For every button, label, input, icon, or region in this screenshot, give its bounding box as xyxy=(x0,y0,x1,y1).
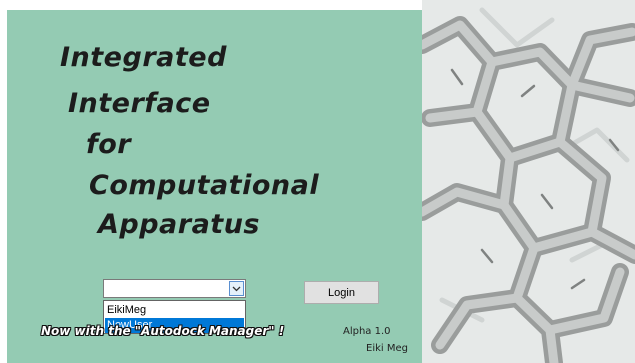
chevron-down-icon[interactable] xyxy=(229,281,244,296)
login-button[interactable]: Login xyxy=(304,281,379,304)
title-line-3: for xyxy=(86,129,132,160)
title-line-2: Interface xyxy=(68,88,211,119)
author-label: Eiki Meg xyxy=(366,343,408,354)
window-left-edge xyxy=(0,0,7,363)
title-line-1: Integrated xyxy=(60,42,227,73)
tagline: Now with the "Autodock Manager" ! xyxy=(41,324,285,338)
title-line-4: Computational xyxy=(89,170,320,201)
title-line-5: Apparatus xyxy=(98,209,261,240)
user-select[interactable] xyxy=(103,279,246,298)
version-label: Alpha 1.0 xyxy=(343,326,391,337)
molecular-structure-image xyxy=(422,0,635,363)
user-option-eikimeg[interactable]: EikiMeg xyxy=(105,303,244,318)
